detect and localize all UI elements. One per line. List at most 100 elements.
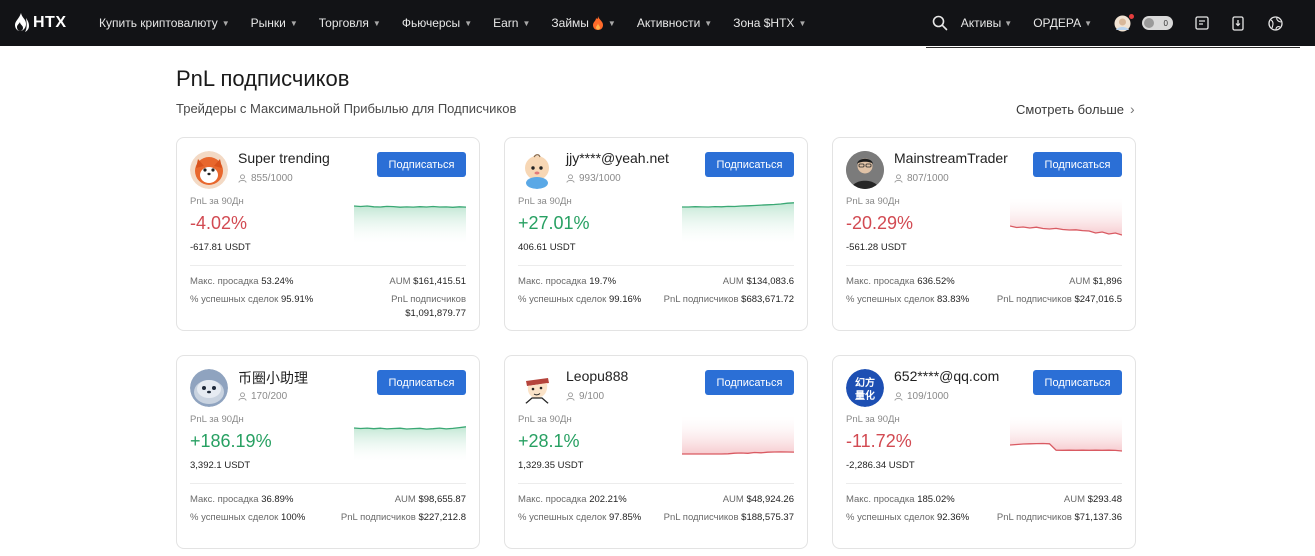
orders-label: ОРДЕРА: [1033, 16, 1082, 30]
aum: AUM $134,083.6: [723, 276, 794, 287]
aum: AUM $1,896: [1069, 276, 1122, 287]
pnl-90d-label: PnL за 90Дн: [518, 196, 572, 207]
globe-language-icon[interactable]: [1268, 15, 1283, 31]
pnl-percent: +28.1%: [518, 431, 580, 451]
orders-doc-icon[interactable]: [1195, 16, 1209, 30]
follower-pnl: PnL подписчиков $188,575.37: [664, 512, 794, 523]
follower-count: 807/1000: [894, 173, 949, 184]
user-avatar[interactable]: [1114, 13, 1134, 32]
win-rate-value: 95.91%: [280, 294, 314, 305]
trader-avatar[interactable]: [518, 369, 556, 407]
trader-avatar[interactable]: [846, 151, 884, 189]
trader-avatar[interactable]: 幻方 量化: [846, 369, 884, 407]
mode-toggle[interactable]: 0: [1142, 16, 1173, 30]
aum-value: $98,655.87: [418, 494, 466, 505]
user-icon: [238, 174, 247, 183]
subscribe-button[interactable]: Подписаться: [377, 370, 466, 395]
pnl-90d-label: PnL за 90Дн: [190, 196, 244, 207]
aum: AUM $48,924.26: [723, 494, 794, 505]
baby-avatar: [518, 151, 556, 189]
trader-name[interactable]: jjy****@yeah.net: [566, 150, 669, 166]
svg-text:幻方: 幻方: [855, 376, 875, 389]
htx-logo[interactable]: HTX: [14, 12, 67, 34]
orders-menu[interactable]: ОРДЕРА ▼: [1033, 16, 1092, 30]
aum-label: AUM: [394, 494, 416, 505]
aum: AUM $98,655.87: [395, 494, 466, 505]
trader-name[interactable]: Leopu888: [566, 368, 628, 384]
cartoon-man-avatar: [518, 369, 556, 407]
follower-pnl-label: PnL подписчиков: [663, 294, 739, 305]
search-icon[interactable]: [932, 15, 948, 31]
trader-card[interactable]: Leopu888 9/100 Подписаться PnL за 90Дн +28.1…: [504, 355, 808, 549]
trader-card[interactable]: Super trending 855/1000 Подписаться PnL за …: [176, 137, 480, 331]
trader-card[interactable]: MainstreamTrader 807/1000 Подписаться PnL з…: [832, 137, 1136, 331]
trader-avatar[interactable]: [518, 151, 556, 189]
chevron-down-icon: ▼: [522, 18, 531, 28]
nav-trade[interactable]: Торговля ▼: [319, 16, 381, 30]
download-app-icon[interactable]: [1232, 15, 1244, 31]
chevron-down-icon: ▼: [1084, 18, 1092, 28]
trader-avatar[interactable]: [190, 151, 228, 189]
nav-label: Earn: [493, 16, 519, 30]
sparkline-line: [353, 426, 467, 430]
follower-pnl: PnL подписчиков $1,091,879.77: [391, 294, 466, 319]
pnl-sparkline: [682, 416, 795, 461]
max-drawdown-value: 185.02%: [917, 494, 955, 505]
max-drawdown: Макс. просадка 202.21%: [518, 494, 627, 505]
follower-pnl-value: $247,016.5: [1074, 294, 1122, 305]
follower-pnl-value: $683,671.72: [741, 294, 794, 305]
nav-earn[interactable]: Earn ▼: [493, 16, 530, 30]
trader-card[interactable]: jjy****@yeah.net 993/1000 Подписаться PnL з…: [504, 137, 808, 331]
max-drawdown: Макс. просадка 53.24%: [190, 276, 293, 287]
subscribe-button[interactable]: Подписаться: [377, 152, 466, 177]
trader-name[interactable]: 652****@qq.com: [894, 368, 999, 384]
follower-pnl: PnL подписчиков $227,212.8: [341, 512, 466, 523]
max-drawdown: Макс. просадка 185.02%: [846, 494, 955, 505]
assets-menu[interactable]: Активы ▼: [961, 16, 1013, 30]
max-drawdown-label: Макс. просадка: [518, 276, 587, 287]
win-rate: % успешных сделок 95.91%: [190, 294, 313, 305]
nav-htx-zone[interactable]: Зона $HTX ▼: [733, 16, 806, 30]
win-rate-label: % успешных сделок: [846, 512, 935, 523]
subscribe-button[interactable]: Подписаться: [1033, 152, 1122, 177]
trader-name[interactable]: 币圈小助理: [238, 368, 308, 388]
trader-name[interactable]: Super trending: [238, 150, 330, 166]
nav-markets[interactable]: Рынки ▼: [251, 16, 298, 30]
chevron-right-icon: ›: [1130, 101, 1135, 117]
trader-card[interactable]: 币圈小助理 170/200 Подписаться PnL за 90Дн +186.1…: [176, 355, 480, 549]
card-divider: [518, 265, 794, 266]
nav-futures[interactable]: Фьючерсы ▼: [402, 16, 472, 30]
follower-count: 9/100: [566, 391, 604, 402]
card-divider: [518, 483, 794, 484]
max-drawdown-value: 53.24%: [261, 276, 294, 287]
pnl-usdt: 1,329.35 USDT: [518, 460, 584, 471]
subscribe-button[interactable]: Подписаться: [705, 370, 794, 395]
chevron-down-icon: ▼: [798, 18, 807, 28]
see-more-link[interactable]: Смотреть больше ›: [1016, 101, 1135, 117]
pnl-usdt: -617.81 USDT: [190, 242, 251, 253]
pnl-percent: +27.01%: [518, 213, 590, 233]
nav-activities[interactable]: Активности ▼: [637, 16, 712, 30]
nav-label: Зона $HTX: [733, 16, 795, 30]
pnl-percent: -11.72%: [846, 431, 912, 451]
toggle-count: 0: [1163, 18, 1168, 28]
aum-value: $293.48: [1087, 494, 1122, 505]
notification-dot: [1129, 13, 1134, 19]
subscribe-button[interactable]: Подписаться: [1033, 370, 1122, 395]
pnl-usdt: 3,392.1 USDT: [190, 460, 251, 471]
nav-loans[interactable]: Займы ▼: [551, 16, 616, 30]
win-rate: % успешных сделок 100%: [190, 512, 305, 523]
nav-buy-crypto[interactable]: Купить криптовалюту ▼: [99, 16, 230, 30]
subscribe-button[interactable]: Подписаться: [705, 152, 794, 177]
pnl-usdt: -561.28 USDT: [846, 242, 907, 253]
user-icon: [238, 392, 247, 401]
trader-avatar[interactable]: [190, 369, 228, 407]
man-photo-avatar: [846, 151, 884, 189]
trader-card[interactable]: 幻方 量化 652****@qq.com 109/1000 Подписаться PnL…: [832, 355, 1136, 549]
trader-name[interactable]: MainstreamTrader: [894, 150, 1008, 166]
max-drawdown-value: 19.7%: [589, 276, 617, 287]
card-divider: [190, 483, 466, 484]
max-drawdown-value: 36.89%: [261, 494, 294, 505]
pnl-sparkline: [353, 416, 467, 461]
user-icon: [566, 174, 575, 183]
